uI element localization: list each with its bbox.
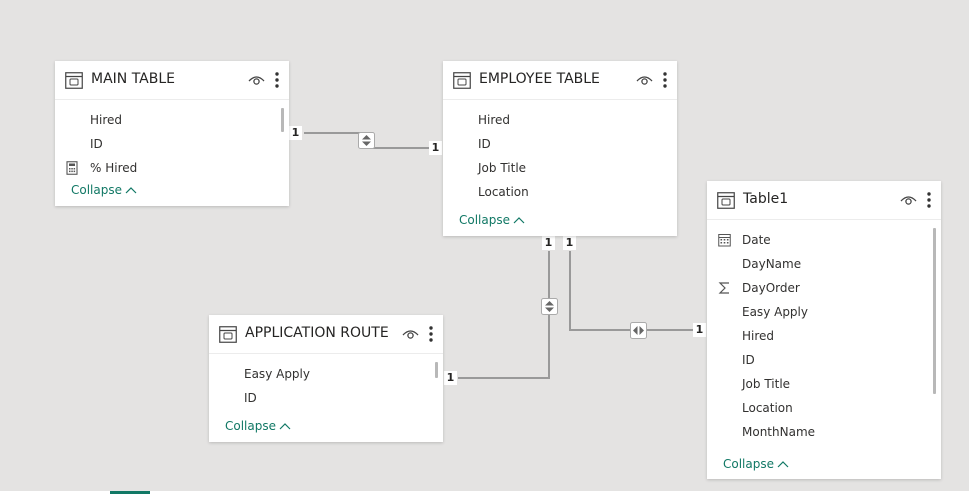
collapse-label: Collapse: [71, 183, 122, 197]
field-item[interactable]: Hired: [55, 109, 289, 133]
chevron-up-icon: [125, 187, 137, 194]
field-item[interactable]: Job Title: [707, 373, 941, 397]
table-card-header[interactable]: Table1: [707, 181, 941, 220]
field-label: Hired: [742, 329, 775, 343]
scrollbar-thumb[interactable]: [281, 108, 284, 132]
eye-icon[interactable]: [900, 193, 917, 207]
field-label: Date: [742, 233, 771, 247]
field-label: Hired: [90, 113, 123, 127]
collapse-label: Collapse: [459, 213, 510, 227]
field-label: Location: [742, 401, 793, 415]
eye-icon[interactable]: [248, 73, 265, 87]
table-card-table1[interactable]: Table1 Date DayName DayOrder Easy Apply …: [707, 181, 941, 479]
collapse-label: Collapse: [723, 457, 774, 471]
field-item[interactable]: Date: [707, 229, 941, 253]
table-card-header[interactable]: EMPLOYEE TABLE: [443, 61, 677, 100]
field-item[interactable]: MonthName: [707, 421, 941, 445]
measure-calculator-icon: [66, 161, 78, 175]
field-item[interactable]: ID: [443, 133, 677, 157]
field-item[interactable]: % Hired: [55, 157, 289, 181]
table-icon: [65, 72, 83, 89]
field-label: Location: [478, 185, 529, 199]
chevron-up-icon: [279, 423, 291, 430]
field-list: Easy Apply ID: [209, 363, 443, 411]
table-card-header[interactable]: MAIN TABLE: [55, 61, 289, 100]
field-label: Hired: [478, 113, 511, 127]
collapse-link[interactable]: Collapse: [723, 457, 789, 471]
table-icon: [717, 192, 735, 209]
cardinality-badge-employee-left: 1: [429, 141, 442, 155]
field-item[interactable]: Easy Apply: [209, 363, 443, 387]
chevron-up-icon: [513, 217, 525, 224]
collapse-link[interactable]: Collapse: [459, 213, 525, 227]
table-icon: [219, 326, 237, 343]
relationship-line-employee-table1[interactable]: [569, 251, 694, 331]
field-label: ID: [478, 137, 491, 151]
field-list: Hired ID Job Title Location: [443, 109, 677, 205]
field-label: MonthName: [742, 425, 816, 439]
field-label: Job Title: [742, 377, 791, 391]
table-title: Table1: [743, 191, 789, 207]
table-icon: [453, 72, 471, 89]
table-card-employee[interactable]: EMPLOYEE TABLE Hired ID Job Title Locati…: [443, 61, 677, 236]
field-label: % Hired: [90, 161, 138, 175]
table-card-application-route[interactable]: APPLICATION ROUTE Easy Apply ID Collapse: [209, 315, 443, 442]
cardinality-badge-employee-bottom-b: 1: [563, 236, 576, 250]
collapse-link[interactable]: Collapse: [225, 419, 291, 433]
table-title: MAIN TABLE: [91, 71, 175, 87]
field-item[interactable]: Job Title: [443, 157, 677, 181]
field-list: Date DayName DayOrder Easy Apply Hired I…: [707, 229, 941, 445]
field-label: Easy Apply: [742, 305, 808, 319]
field-label: Easy Apply: [244, 367, 310, 381]
field-item[interactable]: ID: [707, 349, 941, 373]
field-list: Hired ID % Hired: [55, 109, 289, 181]
table-card-main[interactable]: MAIN TABLE Hired ID % Hired Collapse: [55, 61, 289, 206]
chevron-up-icon: [777, 461, 789, 468]
field-item[interactable]: Hired: [443, 109, 677, 133]
field-item[interactable]: Easy Apply: [707, 301, 941, 325]
crossfilter-both-vertical-icon[interactable]: [358, 132, 375, 149]
scrollbar-thumb[interactable]: [435, 362, 438, 378]
calendar-icon: [718, 234, 731, 247]
cardinality-badge-employee-bottom-a: 1: [542, 236, 555, 250]
cardinality-badge-main: 1: [289, 126, 302, 140]
collapse-link[interactable]: Collapse: [71, 183, 137, 197]
field-label: ID: [244, 391, 257, 405]
sigma-icon: [718, 282, 729, 294]
eye-icon[interactable]: [402, 327, 419, 341]
collapse-label: Collapse: [225, 419, 276, 433]
scrollbar-thumb[interactable]: [933, 228, 936, 394]
field-item[interactable]: ID: [55, 133, 289, 157]
field-label: ID: [742, 353, 755, 367]
more-options-icon[interactable]: [274, 71, 280, 89]
field-item[interactable]: Location: [443, 181, 677, 205]
crossfilter-both-horizontal-icon[interactable]: [630, 322, 647, 339]
field-item[interactable]: Hired: [707, 325, 941, 349]
field-label: DayName: [742, 257, 802, 271]
crossfilter-both-vertical-icon[interactable]: [541, 298, 558, 315]
table-card-header[interactable]: APPLICATION ROUTE: [209, 315, 443, 354]
field-item[interactable]: DayName: [707, 253, 941, 277]
eye-icon[interactable]: [636, 73, 653, 87]
more-options-icon[interactable]: [926, 191, 932, 209]
field-label: DayOrder: [742, 281, 800, 295]
field-label: Job Title: [478, 161, 527, 175]
more-options-icon[interactable]: [662, 71, 668, 89]
field-label: ID: [90, 137, 103, 151]
table-title: EMPLOYEE TABLE: [479, 71, 600, 87]
table-title: APPLICATION ROUTE: [245, 325, 389, 341]
cardinality-badge-table1: 1: [693, 323, 706, 337]
field-item[interactable]: DayOrder: [707, 277, 941, 301]
more-options-icon[interactable]: [428, 325, 434, 343]
field-item[interactable]: ID: [209, 387, 443, 411]
relationship-line-application-employee[interactable]: [458, 251, 550, 379]
field-item[interactable]: Location: [707, 397, 941, 421]
model-canvas[interactable]: 1 1 1 1 1 1 MAIN TABLE Hired ID % Hired …: [0, 0, 969, 494]
cardinality-badge-application: 1: [444, 371, 457, 385]
